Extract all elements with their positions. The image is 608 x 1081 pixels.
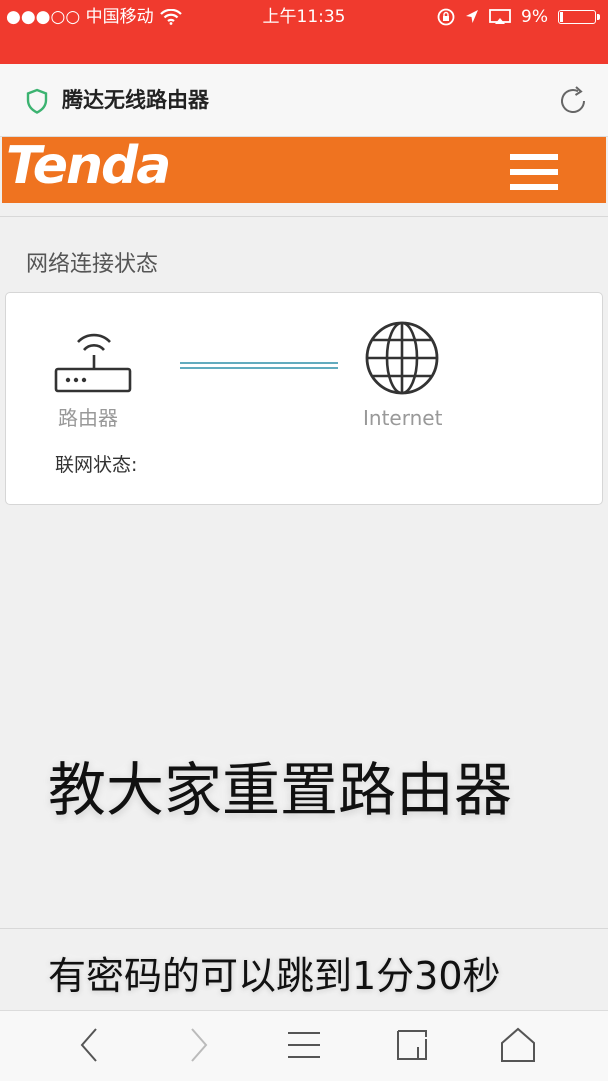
- menu-icon[interactable]: [510, 154, 558, 190]
- section-title: 网络连接状态: [26, 252, 159, 277]
- router-icon: [54, 333, 132, 393]
- internet-label: Internet: [363, 406, 443, 430]
- divider: [0, 928, 608, 929]
- battery-fill: [560, 12, 563, 22]
- router-label: 路由器: [58, 406, 118, 430]
- globe-icon: [365, 321, 439, 395]
- status-bar: ●●●○○ 中国移动 上午11:35 9%: [0, 0, 608, 64]
- back-icon[interactable]: [70, 1025, 110, 1065]
- caption-sub: 有密码的可以跳到1分30秒: [48, 954, 501, 998]
- status-right: 9%: [437, 6, 600, 28]
- lock-rotation-icon: [437, 8, 455, 26]
- battery-percent: 9%: [521, 7, 548, 27]
- home-icon[interactable]: [498, 1025, 538, 1065]
- shield-icon: [26, 88, 48, 114]
- browser-toolbar: [0, 1010, 608, 1081]
- connection-line: [180, 362, 338, 369]
- menu-list-icon[interactable]: [284, 1025, 324, 1065]
- router-header: Tenda: [2, 136, 606, 203]
- address-bar[interactable]: 腾达无线路由器: [0, 64, 608, 137]
- caption-main: 教大家重置路由器: [48, 756, 513, 824]
- connection-status-label: 联网状态:: [55, 454, 138, 476]
- forward-icon[interactable]: [178, 1025, 218, 1065]
- tabs-icon[interactable]: [392, 1025, 432, 1065]
- screen-mirror-icon: [489, 9, 511, 24]
- location-arrow-icon: [466, 10, 479, 23]
- page-title[interactable]: 腾达无线路由器: [62, 86, 209, 114]
- reload-icon[interactable]: [556, 84, 590, 118]
- tenda-logo: Tenda: [6, 136, 171, 196]
- battery-icon: [558, 10, 600, 24]
